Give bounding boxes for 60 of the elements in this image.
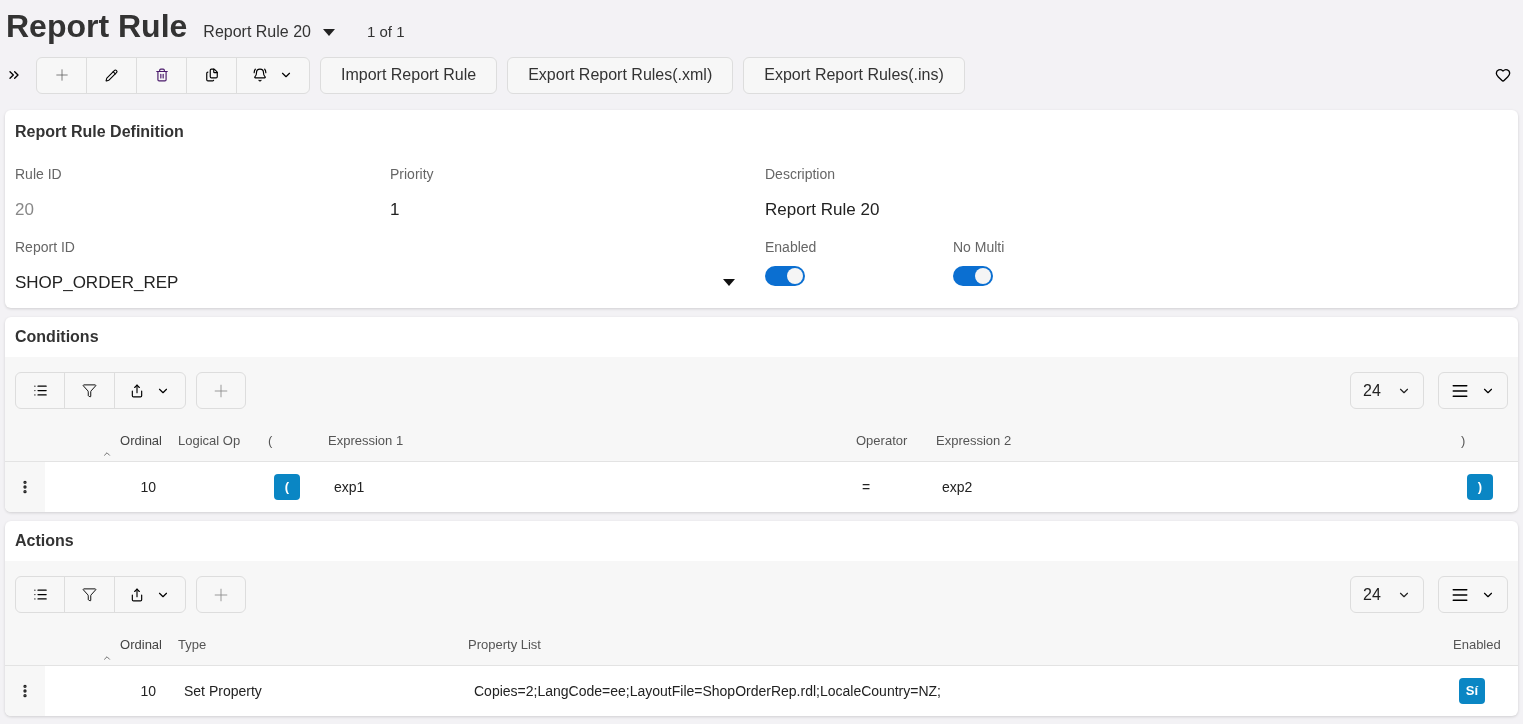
pencil-icon xyxy=(105,68,118,82)
report-id-select[interactable]: SHOP_ORDER_REP xyxy=(15,265,743,295)
column-header[interactable]: Enabled xyxy=(1453,634,1501,655)
toolbar-button[interactable]: Export Report Rules(.xml) xyxy=(507,56,734,94)
field-label: Priority xyxy=(390,165,435,184)
column-header[interactable]: Ordinal xyxy=(120,634,162,655)
value-badge: ) xyxy=(1467,474,1493,500)
table-cell-text: Set Property xyxy=(184,681,262,701)
table-cell-text: = xyxy=(862,477,871,497)
field-label: No Multi xyxy=(953,237,1006,257)
page-title: Report Rule xyxy=(6,7,188,46)
toggle-switch[interactable] xyxy=(953,265,993,286)
page-size-select[interactable]: 24 xyxy=(1350,576,1424,613)
table-cell-text: exp2 xyxy=(942,477,973,497)
trash-icon xyxy=(154,68,169,82)
section-title: Report Rule Definition xyxy=(15,123,184,140)
section-title: Conditions xyxy=(15,327,99,347)
column-header[interactable]: Expression 1 xyxy=(328,430,404,451)
field-value: Report Rule 20 xyxy=(765,199,881,221)
page-size-select[interactable]: 24 xyxy=(1350,372,1424,409)
share-icon xyxy=(130,383,144,398)
filter-icon xyxy=(82,587,97,602)
copy-icon xyxy=(204,68,219,82)
field-label: Enabled xyxy=(765,237,818,257)
value-badge: ( xyxy=(274,474,300,500)
dropdown-caret-icon xyxy=(322,28,335,36)
record-selector[interactable]: Report Rule 20 xyxy=(203,20,335,44)
favorite-button[interactable] xyxy=(1495,67,1511,83)
field-value: 1 xyxy=(390,199,401,221)
column-header[interactable]: Property List xyxy=(468,634,541,655)
column-header[interactable]: Type xyxy=(178,634,207,655)
table-cell-text: exp1 xyxy=(334,477,365,497)
toggle-switch[interactable] xyxy=(765,265,805,286)
table-cell-text: Copies=2;LangCode=ee;LayoutFile=ShopOrderRep.rdl;LocaleCountry=NZ; xyxy=(474,681,941,701)
column-header[interactable]: Expression 2 xyxy=(936,430,1012,451)
bell-icon xyxy=(253,68,267,82)
column-header[interactable]: Ordinal xyxy=(120,430,162,451)
list-icon xyxy=(32,383,48,398)
filter-icon xyxy=(82,383,97,398)
table-cell-text: 10 xyxy=(140,477,156,497)
density-select[interactable] xyxy=(1438,372,1508,409)
toolbar-button[interactable]: Import Report Rule xyxy=(320,56,498,94)
field-label: Rule ID xyxy=(15,165,63,184)
list-icon xyxy=(32,587,48,602)
column-header[interactable]: ( xyxy=(268,430,273,451)
heart-icon xyxy=(1495,67,1511,83)
value-badge: Sí xyxy=(1459,678,1485,704)
record-count: 1 of 1 xyxy=(366,22,405,42)
table-cell-text: 10 xyxy=(140,681,156,701)
column-header[interactable]: ) xyxy=(1461,430,1466,451)
section-title: Actions xyxy=(15,531,74,551)
field-label: Description xyxy=(765,165,837,184)
column-header[interactable]: Logical Op xyxy=(178,430,241,451)
density-select[interactable] xyxy=(1438,576,1508,613)
dropdown-caret-icon xyxy=(723,278,735,286)
field-value: 20 xyxy=(15,199,35,221)
column-header[interactable]: Operator xyxy=(856,430,908,451)
share-icon xyxy=(130,587,144,602)
field-label: Report ID xyxy=(15,237,76,257)
toolbar-button[interactable]: Export Report Rules(.ins) xyxy=(743,56,965,94)
